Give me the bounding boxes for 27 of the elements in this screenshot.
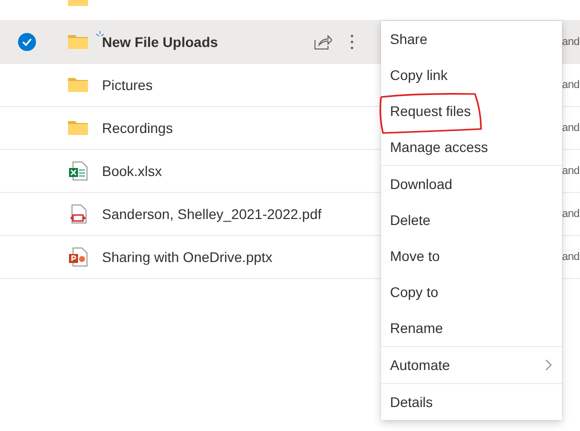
- share-icon[interactable]: [314, 34, 332, 50]
- menu-item[interactable]: Share: [381, 21, 562, 57]
- modified-by: and: [562, 122, 580, 134]
- modified-by: and: [562, 208, 580, 220]
- folder-icon: [68, 34, 88, 50]
- file-name[interactable]: Recordings: [102, 120, 173, 136]
- checkmark-icon[interactable]: [18, 33, 36, 51]
- presentation-file-icon: [68, 247, 88, 267]
- menu-item[interactable]: Rename: [381, 310, 562, 346]
- file-name[interactable]: Sanderson, Shelley_2021-2022.pdf: [102, 206, 322, 222]
- menu-item[interactable]: Delete: [381, 202, 562, 238]
- modified-by: and: [562, 251, 580, 263]
- menu-item[interactable]: Automate: [381, 347, 562, 383]
- menu-item[interactable]: Move to: [381, 238, 562, 274]
- menu-item[interactable]: Details: [381, 384, 562, 420]
- modified-by: and: [562, 79, 580, 91]
- folder-icon: [68, 120, 88, 136]
- modified-by: and: [562, 36, 580, 48]
- more-options-icon[interactable]: [350, 34, 354, 50]
- file-name[interactable]: New File Uploads: [102, 34, 218, 50]
- file-name[interactable]: Pictures: [102, 77, 153, 93]
- modified-by: and: [562, 165, 580, 177]
- file-name[interactable]: Book.xlsx: [102, 163, 162, 179]
- pdf-file-icon: [68, 204, 88, 224]
- file-name[interactable]: Sharing with OneDrive.pptx: [102, 249, 272, 265]
- folder-icon: [68, 77, 88, 93]
- spreadsheet-file-icon: [68, 161, 88, 181]
